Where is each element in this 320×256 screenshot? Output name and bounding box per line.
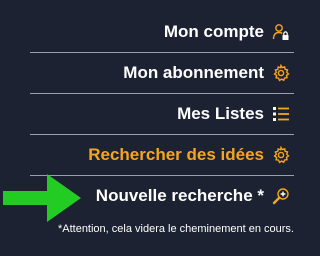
- list-icon: [273, 107, 289, 121]
- menu-item-mes-listes[interactable]: Mes Listes: [30, 94, 294, 135]
- search-plus-icon: [272, 188, 289, 205]
- menu-item-mon-compte[interactable]: Mon compte: [30, 12, 294, 53]
- menu-item-label: Mes Listes: [177, 104, 264, 123]
- menu-item-label: Mon compte: [163, 22, 264, 41]
- menu-item-mon-abonnement[interactable]: Mon abonnement: [30, 53, 294, 94]
- user-lock-icon: [272, 24, 289, 40]
- menu-item-rechercher-des-idees[interactable]: Rechercher des idées: [30, 135, 294, 176]
- arrow-right-icon: [3, 174, 81, 222]
- menu-item-label: Mon abonnement: [123, 63, 264, 82]
- gear-icon: [273, 64, 290, 82]
- menu-item-label: Nouvelle recherche *: [95, 186, 264, 205]
- menu-item-label: Rechercher des idées: [88, 145, 264, 164]
- gear-icon: [273, 146, 290, 164]
- warning-note: *Attention, cela videra le cheminement e…: [57, 223, 294, 235]
